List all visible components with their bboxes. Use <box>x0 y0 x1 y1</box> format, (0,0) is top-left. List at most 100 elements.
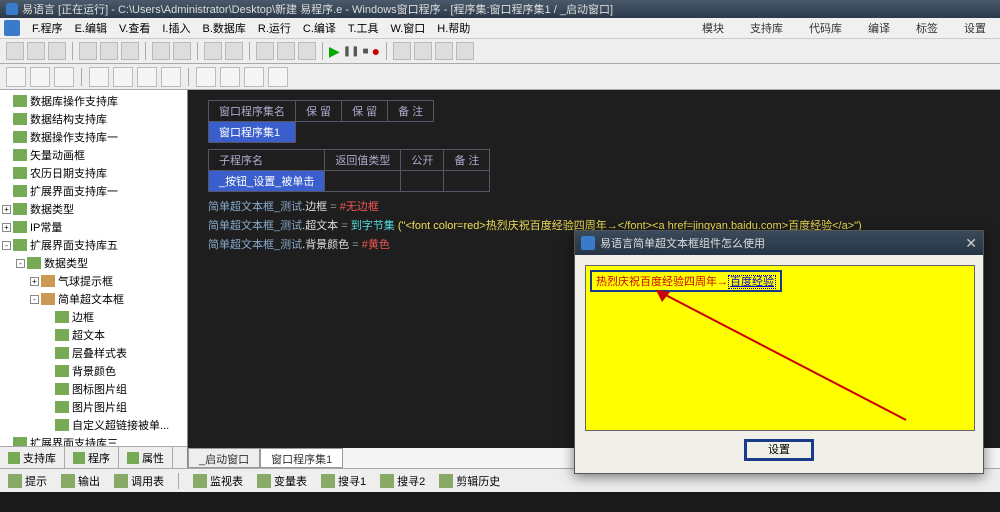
expand-icon[interactable]: + <box>2 223 11 232</box>
menu-insert[interactable]: I.插入 <box>156 20 196 36</box>
book-icon <box>13 113 27 125</box>
tree-item[interactable]: +数据类型 <box>2 200 185 218</box>
tb-open-icon[interactable] <box>27 42 45 60</box>
sb-call[interactable]: 调用表 <box>114 473 164 489</box>
tb-stepout-icon[interactable] <box>435 42 453 60</box>
expand-icon[interactable]: - <box>16 259 25 268</box>
tb2-7-icon[interactable] <box>161 67 181 87</box>
expand-icon[interactable]: + <box>30 277 39 286</box>
dialog-titlebar[interactable]: 易语言简单超文本框组件怎么使用 ✕ <box>575 231 983 255</box>
tb-break-icon[interactable] <box>456 42 474 60</box>
tab-assembly1[interactable]: 窗口程序集1 <box>260 448 343 468</box>
menu2-comp[interactable]: 编译 <box>862 20 896 36</box>
tb-bookmark-icon[interactable] <box>256 42 274 60</box>
tree-item[interactable]: 扩展界面支持库三 <box>2 434 185 446</box>
tb2-2-icon[interactable] <box>30 67 50 87</box>
tree-item[interactable]: 图标图片组 <box>2 380 185 398</box>
menu-file[interactable]: F.程序 <box>26 20 69 36</box>
tb-cut-icon[interactable] <box>79 42 97 60</box>
sb-var[interactable]: 变量表 <box>257 473 307 489</box>
tb2-11-icon[interactable] <box>268 67 288 87</box>
tb2-4-icon[interactable] <box>89 67 109 87</box>
tree-item[interactable]: 图片图片组 <box>2 398 185 416</box>
tb-next-bm-icon[interactable] <box>277 42 295 60</box>
menu-compile[interactable]: C.编译 <box>297 20 342 36</box>
tb2-1-icon[interactable] <box>6 67 26 87</box>
code-line-1[interactable]: 简单超文本框_测试.边框 = #无边框 <box>208 198 980 214</box>
book-icon <box>13 167 27 179</box>
menu-view[interactable]: V.查看 <box>113 20 156 36</box>
tb2-8-icon[interactable] <box>196 67 216 87</box>
sb-clip[interactable]: 剪辑历史 <box>439 473 500 489</box>
tb-undo-icon[interactable] <box>152 42 170 60</box>
expand-icon[interactable]: + <box>2 205 11 214</box>
sb-watch[interactable]: 监视表 <box>193 473 243 489</box>
baidu-link[interactable]: 百度经验 <box>728 275 776 289</box>
tree-item[interactable]: -扩展界面支持库五 <box>2 236 185 254</box>
side-tab-prog[interactable]: 程序 <box>65 447 119 468</box>
side-tab-lib[interactable]: 支持库 <box>0 447 65 468</box>
tb2-6-icon[interactable] <box>137 67 157 87</box>
tree-item[interactable]: +气球提示框 <box>2 272 185 290</box>
tb-redo-icon[interactable] <box>173 42 191 60</box>
tree-item[interactable]: 扩展界面支持库一 <box>2 182 185 200</box>
tb-prev-bm-icon[interactable] <box>298 42 316 60</box>
tb-copy-icon[interactable] <box>100 42 118 60</box>
menu2-lib[interactable]: 支持库 <box>744 20 789 36</box>
pause-icon[interactable]: ❚❚ <box>343 46 360 57</box>
side-tab-prop[interactable]: 属性 <box>119 447 173 468</box>
tree-item[interactable]: 层叠样式表 <box>2 344 185 362</box>
lib-tree[interactable]: 数据库操作支持库数据结构支持库数据操作支持库一矢量动画框农历日期支持库扩展界面支… <box>0 90 187 446</box>
tb-findnext-icon[interactable] <box>225 42 243 60</box>
menu-data[interactable]: B.数据库 <box>196 20 251 36</box>
tb2-5-icon[interactable] <box>113 67 133 87</box>
record-icon[interactable]: ● <box>372 43 380 59</box>
assembly-grid[interactable]: 窗口程序集名保 留保 留备 注 窗口程序集1 <box>208 100 434 143</box>
settings-button[interactable]: 设置 <box>744 439 814 461</box>
menu-window[interactable]: W.窗口 <box>384 20 431 36</box>
menu-tools[interactable]: T.工具 <box>342 20 385 36</box>
tb-step-icon[interactable] <box>393 42 411 60</box>
tb-stepover-icon[interactable] <box>414 42 432 60</box>
menu2-tag[interactable]: 标签 <box>910 20 944 36</box>
tb2-9-icon[interactable] <box>220 67 240 87</box>
tree-item[interactable]: +IP常量 <box>2 218 185 236</box>
tb-paste-icon[interactable] <box>121 42 139 60</box>
tree-item[interactable]: -数据类型 <box>2 254 185 272</box>
tb2-10-icon[interactable] <box>244 67 264 87</box>
sub-grid[interactable]: 子程序名返回值类型公开备 注 _按钮_设置_被单击 <box>208 149 490 192</box>
menu2-module[interactable]: 模块 <box>696 20 730 36</box>
sidebar-tabs: 支持库 程序 属性 <box>0 446 187 468</box>
tree-item[interactable]: 超文本 <box>2 326 185 344</box>
menu-run[interactable]: R.运行 <box>252 20 297 36</box>
close-icon[interactable]: ✕ <box>965 235 977 252</box>
tree-item[interactable]: 矢量动画框 <box>2 146 185 164</box>
tb-find-icon[interactable] <box>204 42 222 60</box>
tree-item[interactable]: 农历日期支持库 <box>2 164 185 182</box>
tree-item[interactable]: 数据库操作支持库 <box>2 92 185 110</box>
sb-tip[interactable]: 提示 <box>8 473 47 489</box>
tb-new-icon[interactable] <box>6 42 24 60</box>
tree-item[interactable]: 数据操作支持库一 <box>2 128 185 146</box>
tree-item[interactable]: 数据结构支持库 <box>2 110 185 128</box>
tb-save-icon[interactable] <box>48 42 66 60</box>
tree-item[interactable]: 背景颜色 <box>2 362 185 380</box>
tb2-3-icon[interactable] <box>54 67 74 87</box>
sb-find2[interactable]: 搜寻2 <box>380 473 425 489</box>
assembly-name-cell: 窗口程序集1 <box>209 122 296 143</box>
sb-find1[interactable]: 搜寻1 <box>321 473 366 489</box>
run-icon[interactable]: ▶ <box>329 43 340 60</box>
menu-edit[interactable]: E.编辑 <box>69 20 113 36</box>
menu-help[interactable]: H.帮助 <box>431 20 476 36</box>
diamond-icon <box>41 275 55 287</box>
expand-icon[interactable]: - <box>30 295 39 304</box>
menu2-src[interactable]: 代码库 <box>803 20 848 36</box>
tree-item[interactable]: -简单超文本框 <box>2 290 185 308</box>
sb-output[interactable]: 输出 <box>61 473 100 489</box>
stop-icon[interactable]: ■ <box>363 46 369 57</box>
tab-start-window[interactable]: _启动窗口 <box>188 448 260 468</box>
tree-item[interactable]: 自定义超链接被单... <box>2 416 185 434</box>
tree-item[interactable]: 边框 <box>2 308 185 326</box>
expand-icon[interactable]: - <box>2 241 11 250</box>
menu2-set[interactable]: 设置 <box>958 20 992 36</box>
